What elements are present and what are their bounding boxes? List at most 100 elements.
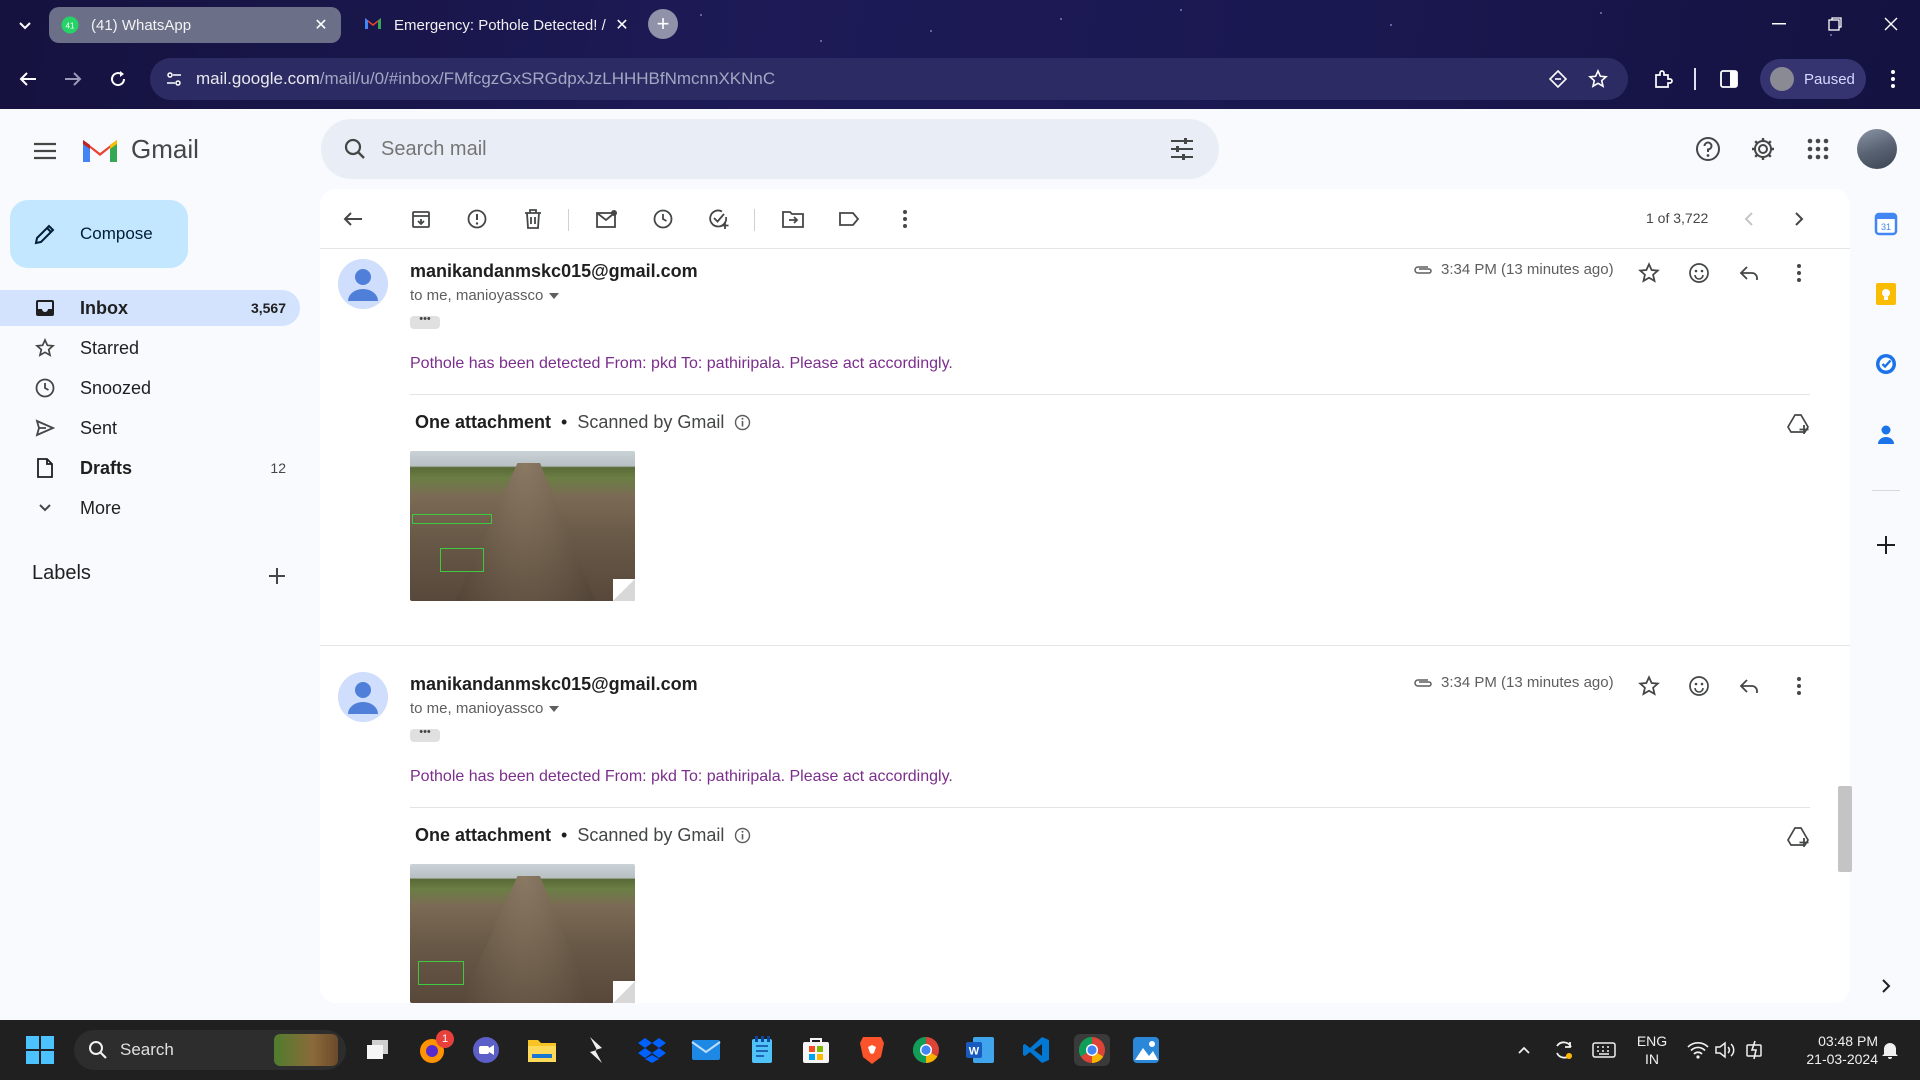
attachment-thumbnail[interactable] — [410, 864, 635, 1003]
main-menu-icon[interactable] — [30, 136, 60, 166]
microsoft-store-icon[interactable] — [800, 1034, 832, 1066]
mail-icon[interactable] — [690, 1034, 722, 1066]
emoji-reaction-icon[interactable] — [1686, 673, 1712, 699]
battery-icon[interactable] — [1740, 1034, 1772, 1066]
show-hidden-icons-icon[interactable] — [1508, 1034, 1540, 1066]
power-automate-icon[interactable] — [580, 1034, 612, 1066]
show-side-panel-icon[interactable] — [1872, 972, 1900, 1000]
recipients[interactable]: to me, manioyassco — [410, 287, 560, 304]
clock[interactable]: 03:48 PM 21-03-2024 — [1780, 1032, 1878, 1068]
extensions-icon[interactable] — [1650, 66, 1676, 92]
close-icon[interactable]: ✕ — [610, 13, 634, 37]
get-addons-icon[interactable] — [1872, 531, 1900, 559]
info-icon[interactable] — [734, 414, 751, 431]
sidebar-item-snoozed[interactable]: Snoozed — [0, 370, 300, 406]
tasks-icon[interactable] — [1872, 350, 1900, 378]
sync-icon[interactable] — [1548, 1034, 1580, 1066]
volume-icon[interactable] — [1710, 1034, 1742, 1066]
sidebar-item-starred[interactable]: Starred — [0, 330, 300, 366]
sender-email[interactable]: manikandanmskc015@gmail.com — [410, 261, 698, 282]
close-icon[interactable]: ✕ — [309, 13, 333, 37]
save-to-drive-icon[interactable] — [1786, 824, 1812, 850]
sidebar-item-more[interactable]: More — [0, 490, 300, 526]
tab-search-icon[interactable] — [12, 13, 38, 39]
delete-icon[interactable] — [520, 206, 546, 232]
close-window-icon[interactable] — [1876, 12, 1906, 36]
caret-down-icon[interactable] — [549, 292, 560, 299]
search-icon[interactable] — [335, 129, 375, 169]
show-trimmed-content-button[interactable]: ••• — [410, 314, 440, 329]
restore-icon[interactable] — [1820, 12, 1850, 36]
tab-whatsapp[interactable]: 41 (41) WhatsApp ✕ — [49, 7, 341, 43]
meet-icon[interactable] — [470, 1034, 502, 1066]
reload-icon[interactable] — [104, 65, 132, 93]
language-indicator[interactable]: ENG IN — [1630, 1032, 1674, 1068]
archive-icon[interactable] — [408, 206, 434, 232]
label-icon[interactable] — [836, 206, 862, 232]
address-bar[interactable]: mail.google.com/mail/u/0/#inbox/FMfcgzGx… — [150, 58, 1628, 100]
more-options-icon[interactable] — [1786, 260, 1812, 286]
search-bar[interactable] — [321, 119, 1219, 179]
search-options-icon[interactable] — [1165, 132, 1199, 166]
sender-avatar[interactable] — [338, 672, 388, 722]
windows-start-icon[interactable] — [24, 1034, 56, 1066]
browser-menu-icon[interactable] — [1880, 66, 1906, 92]
newer-chevron-left-icon[interactable] — [1736, 206, 1762, 232]
more-options-icon[interactable] — [1786, 673, 1812, 699]
tab-gmail[interactable]: Emergency: Pothole Detected! / ... ✕ — [352, 7, 642, 43]
mark-unread-icon[interactable] — [594, 206, 620, 232]
scrollbar-thumb[interactable] — [1838, 786, 1852, 872]
bookmark-star-icon[interactable] — [1586, 67, 1610, 91]
keyboard-icon[interactable] — [1588, 1034, 1620, 1066]
sender-email[interactable]: manikandanmskc015@gmail.com — [410, 674, 698, 695]
settings-gear-icon[interactable] — [1748, 134, 1778, 164]
back-to-inbox-icon[interactable] — [340, 206, 366, 232]
compose-button[interactable]: Compose — [10, 200, 188, 268]
reply-icon[interactable] — [1736, 673, 1762, 699]
more-actions-icon[interactable] — [892, 206, 918, 232]
reply-icon[interactable] — [1736, 260, 1762, 286]
star-icon[interactable] — [1636, 260, 1662, 286]
caret-down-icon[interactable] — [549, 705, 560, 712]
calendar-icon[interactable]: 31 — [1872, 210, 1900, 238]
sender-avatar[interactable] — [338, 259, 388, 309]
move-to-icon[interactable] — [780, 206, 806, 232]
chrome-active-icon[interactable] — [1074, 1034, 1110, 1066]
chrome-icon[interactable] — [910, 1034, 942, 1066]
profile-button[interactable]: Paused — [1760, 59, 1866, 99]
snooze-icon[interactable] — [650, 206, 676, 232]
brave-icon[interactable] — [856, 1034, 888, 1066]
minimize-icon[interactable] — [1764, 12, 1794, 36]
file-explorer-icon[interactable] — [526, 1034, 558, 1066]
add-to-tasks-icon[interactable] — [706, 206, 732, 232]
star-icon[interactable] — [1636, 673, 1662, 699]
recipients[interactable]: to me, manioyassco — [410, 700, 560, 717]
sidebar-item-sent[interactable]: Sent — [0, 410, 300, 446]
sidebar-item-inbox[interactable]: Inbox 3,567 — [0, 290, 300, 326]
info-icon[interactable] — [734, 827, 751, 844]
firefox-icon[interactable]: 1 — [416, 1030, 454, 1066]
word-icon[interactable]: W — [964, 1034, 996, 1066]
search-input[interactable] — [381, 137, 1141, 161]
taskbar-search[interactable]: Search — [74, 1030, 346, 1070]
photos-icon[interactable] — [1130, 1034, 1162, 1066]
show-trimmed-content-button[interactable]: ••• — [410, 727, 440, 742]
back-icon[interactable] — [14, 65, 42, 93]
emoji-reaction-icon[interactable] — [1686, 260, 1712, 286]
notifications-bell-icon[interactable] — [1874, 1034, 1906, 1066]
add-label-icon[interactable] — [264, 563, 290, 589]
new-tab-icon[interactable]: + — [648, 9, 678, 39]
vscode-icon[interactable] — [1020, 1034, 1052, 1066]
account-avatar[interactable] — [1857, 129, 1897, 169]
forward-icon[interactable] — [59, 65, 87, 93]
report-spam-icon[interactable] — [464, 206, 490, 232]
dropbox-icon[interactable] — [636, 1034, 668, 1066]
side-panel-icon[interactable] — [1716, 66, 1742, 92]
older-chevron-right-icon[interactable] — [1786, 206, 1812, 232]
help-icon[interactable] — [1693, 134, 1723, 164]
sidebar-item-drafts[interactable]: Drafts 12 — [0, 450, 300, 486]
translate-icon[interactable] — [1546, 67, 1570, 91]
gmail-logo[interactable] — [80, 134, 120, 166]
contacts-icon[interactable] — [1872, 420, 1900, 448]
apps-grid-icon[interactable] — [1803, 134, 1833, 164]
